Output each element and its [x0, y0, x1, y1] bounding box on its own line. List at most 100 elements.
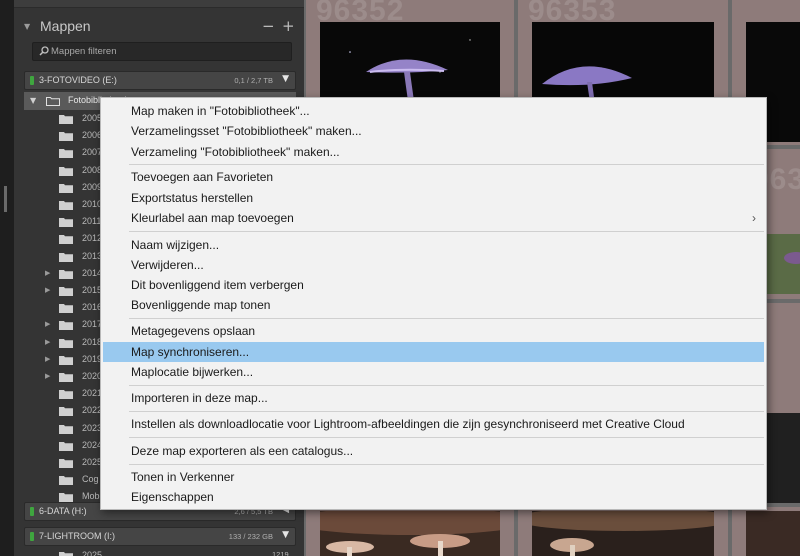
- volume-expand-icon[interactable]: ▼: [282, 74, 289, 84]
- volume-status-indicator: [30, 76, 34, 85]
- photo-thumbnail[interactable]: [320, 511, 500, 556]
- photo-cell[interactable]: [306, 507, 514, 556]
- folder-icon: [59, 441, 73, 451]
- mushroom-photo-image: [532, 511, 714, 556]
- folder-icon: [59, 355, 73, 365]
- menu-item-import-into-folder[interactable]: Importeren in deze map...: [103, 388, 764, 408]
- folder-icon: [59, 131, 73, 142]
- menu-item-create-collection-set[interactable]: Verzamelingsset "Fotobibliotheek" maken.…: [103, 121, 764, 141]
- expand-triangle-icon[interactable]: ▶: [45, 286, 50, 294]
- folder-icon: [59, 252, 73, 262]
- menu-item-show-parent-folder[interactable]: Bovenliggende map tonen: [103, 295, 764, 315]
- volume-status-indicator: [30, 507, 34, 516]
- menu-item-hide-parent[interactable]: Dit bovenliggend item verbergen: [103, 275, 764, 295]
- folder-icon: [59, 372, 73, 382]
- folder-icon: [59, 166, 73, 176]
- volume-status-indicator: [30, 532, 34, 541]
- search-icon: [39, 46, 49, 56]
- folder-icon: [59, 458, 73, 468]
- add-folder-button[interactable]: +: [282, 17, 295, 35]
- expand-triangle-icon[interactable]: ▶: [45, 355, 50, 363]
- panel-top-divider: [14, 0, 304, 8]
- folder-filter-input[interactable]: [51, 44, 281, 59]
- menu-separator: [129, 411, 764, 412]
- folder-icon: [59, 424, 73, 434]
- folder-icon: [59, 338, 73, 348]
- folder-icon: [59, 406, 73, 417]
- remove-folder-button[interactable]: −: [262, 17, 275, 35]
- menu-separator: [129, 164, 764, 165]
- menu-item-rename[interactable]: Naam wijzigen...: [103, 235, 764, 255]
- folder-icon: [46, 96, 60, 106]
- expand-triangle-icon[interactable]: ▶: [45, 269, 50, 277]
- volume-size: 133 / 232 GB: [228, 532, 273, 541]
- folder-icon: [59, 269, 73, 279]
- menu-separator: [129, 385, 764, 386]
- volume-name: 7-LIGHTROOM (I:): [39, 531, 115, 541]
- volume-row[interactable]: 3-FOTOVIDEO (E:) 0,1 / 2,7 TB ▼: [24, 71, 296, 90]
- folder-name: 2025: [82, 550, 103, 556]
- submenu-arrow-icon: ›: [752, 211, 756, 225]
- menu-separator: [129, 464, 764, 465]
- menu-separator: [129, 231, 764, 232]
- folder-context-menu: Map maken in "Fotobibliotheek"... Verzam…: [100, 97, 767, 510]
- folder-name: 2011: [82, 216, 102, 227]
- folder-name: Mob: [82, 491, 100, 502]
- folder-row[interactable]: 2025 1219: [24, 547, 296, 556]
- volume-expand-icon[interactable]: ▼: [282, 530, 289, 540]
- mushroom-photo-image: [320, 511, 500, 556]
- folder-icon: [59, 114, 73, 124]
- folder-icon: [59, 286, 73, 296]
- folder-icon: [59, 389, 73, 400]
- photo-thumbnail[interactable]: [746, 511, 800, 556]
- menu-item-show-in-explorer[interactable]: Tonen in Verkenner: [103, 467, 764, 487]
- menu-item-label: Kleurlabel aan map toevoegen: [131, 211, 294, 225]
- folder-icon: [59, 551, 73, 556]
- menu-item-add-color-label[interactable]: Kleurlabel aan map toevoegen ›: [103, 208, 764, 228]
- menu-item-create-folder[interactable]: Map maken in "Fotobibliotheek"...: [103, 101, 764, 121]
- folder-icon: [59, 475, 73, 486]
- mushroom-photo-image: [766, 234, 800, 294]
- folder-icon: [59, 303, 73, 314]
- menu-item-properties[interactable]: Eigenschappen: [103, 487, 764, 507]
- photo-thumbnail[interactable]: [766, 234, 800, 294]
- panel-collapse-handle[interactable]: [4, 186, 7, 212]
- expand-triangle-icon[interactable]: ▶: [45, 320, 50, 328]
- photo-cell[interactable]: [732, 507, 800, 556]
- folder-filter-box[interactable]: [32, 42, 292, 61]
- volume-row[interactable]: 7-LIGHTROOM (I:) 133 / 232 GB ▼: [24, 527, 296, 546]
- volume-size: 0,1 / 2,7 TB: [234, 76, 273, 85]
- folder-photo-count: 1219: [272, 550, 289, 556]
- folders-panel-header[interactable]: ▼ Mappen − +: [14, 14, 304, 40]
- expand-triangle-icon[interactable]: ▶: [45, 338, 50, 346]
- folder-icon: [59, 200, 73, 210]
- volume-name: 6-DATA (H:): [39, 506, 87, 516]
- menu-item-reset-export-status[interactable]: Exportstatus herstellen: [103, 188, 764, 208]
- menu-item-add-to-favorites[interactable]: Toevoegen aan Favorieten: [103, 167, 764, 187]
- expand-triangle-icon[interactable]: ▶: [45, 372, 50, 380]
- folder-name: Cog: [82, 474, 99, 485]
- folder-icon: [59, 183, 73, 193]
- menu-item-export-as-catalog[interactable]: Deze map exporteren als een catalogus...: [103, 441, 764, 461]
- folder-icon: [59, 320, 73, 331]
- photo-thumbnail[interactable]: [766, 413, 800, 503]
- folder-icon: [59, 234, 73, 245]
- folder-icon: [59, 217, 73, 228]
- menu-item-delete[interactable]: Verwijderen...: [103, 255, 764, 275]
- menu-separator: [129, 437, 764, 438]
- menu-item-save-metadata[interactable]: Metagegevens opslaan: [103, 321, 764, 341]
- folder-icon: [59, 148, 73, 159]
- folders-panel-title: Mappen: [40, 18, 91, 34]
- menu-item-synchronize-folder[interactable]: Map synchroniseren...: [103, 342, 764, 362]
- menu-item-create-collection[interactable]: Verzameling "Fotobibliotheek" maken...: [103, 142, 764, 162]
- collapse-triangle-icon[interactable]: ▼: [24, 22, 30, 31]
- menu-separator: [129, 318, 764, 319]
- photo-thumbnail[interactable]: [532, 511, 714, 556]
- left-edge-strip: [0, 0, 14, 556]
- photo-cell[interactable]: [518, 507, 728, 556]
- menu-item-set-download-location[interactable]: Instellen als downloadlocatie voor Light…: [103, 414, 764, 434]
- expand-triangle-icon[interactable]: ▼: [30, 96, 36, 105]
- menu-item-update-folder-location[interactable]: Maplocatie bijwerken...: [103, 362, 764, 382]
- volume-name: 3-FOTOVIDEO (E:): [39, 75, 117, 85]
- folder-icon: [59, 492, 73, 503]
